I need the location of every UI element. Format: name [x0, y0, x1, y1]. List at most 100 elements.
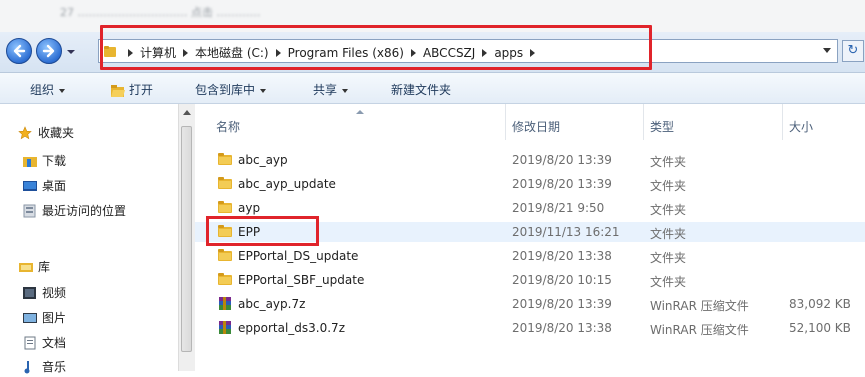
file-name: epportal_ds3.0.7z	[238, 321, 345, 335]
file-type: 文件夹	[650, 179, 687, 193]
sidebar-item-videos[interactable]: 视频	[22, 284, 66, 301]
file-type: WinRAR 压缩文件	[650, 299, 749, 313]
include-in-library-button[interactable]: 包含到库中	[195, 81, 267, 98]
sidebar-item-label: 桌面	[42, 179, 67, 193]
file-type: 文件夹	[650, 203, 687, 217]
file-date-modified: 2019/8/20 13:38	[512, 249, 612, 263]
folder-icon	[217, 176, 233, 190]
file-name: EPPortal_SBF_update	[238, 273, 365, 287]
open-label: 打开	[129, 83, 154, 97]
arrow-right-icon	[42, 44, 55, 58]
sort-ascending-icon	[356, 110, 364, 114]
back-button[interactable]	[6, 38, 32, 64]
sidebar-item-label: 库	[38, 260, 51, 274]
file-date-modified: 2019/8/20 13:39	[512, 297, 612, 311]
sidebar-item-music[interactable]: 音乐	[22, 358, 66, 375]
file-date-modified: 2019/8/20 13:38	[512, 321, 612, 335]
file-row[interactable]: abc_ayp.7z 2019/8/20 13:39 WinRAR 压缩文件 83,0…	[195, 294, 865, 314]
file-row[interactable]: abc_ayp 2019/8/20 13:39 文件夹	[195, 150, 865, 170]
file-date-modified: 2019/8/20 10:15	[512, 273, 612, 287]
command-bar: 组织 打开 包含到库中 共享 新建文件夹	[0, 73, 865, 104]
sidebar-item-label: 文档	[42, 336, 67, 350]
sidebar-item-downloads[interactable]: 下载	[22, 152, 66, 169]
file-row[interactable]: EPPortal_SBF_update 2019/8/20 10:15 文件夹	[195, 270, 865, 290]
file-name: abc_ayp.7z	[238, 297, 306, 311]
new-folder-label: 新建文件夹	[391, 83, 452, 97]
share-label: 共享	[313, 83, 338, 97]
column-header-type[interactable]: 类型	[650, 118, 674, 135]
sidebar-item-label: 视频	[42, 286, 67, 300]
star-icon	[18, 125, 34, 140]
arrow-left-icon	[13, 44, 26, 58]
sidebar-item-pictures[interactable]: 图片	[22, 309, 66, 326]
pictures-icon	[22, 311, 38, 325]
file-name: EPPortal_DS_update	[238, 249, 359, 263]
file-row[interactable]: ayp 2019/8/21 9:50 文件夹	[195, 198, 865, 218]
file-type: 文件夹	[650, 155, 687, 169]
file-size: 83,092 KB	[789, 297, 851, 311]
document-icon	[22, 336, 38, 350]
organize-label: 组织	[30, 83, 55, 97]
open-folder-icon	[111, 84, 125, 97]
scrollbar-thumb[interactable]	[181, 126, 192, 352]
share-button[interactable]: 共享	[313, 81, 349, 98]
file-name: abc_ayp	[238, 153, 288, 167]
file-row[interactable]: abc_ayp_update 2019/8/20 13:39 文件夹	[195, 174, 865, 194]
forward-button[interactable]	[36, 38, 62, 64]
file-type: WinRAR 压缩文件	[650, 323, 749, 337]
video-icon	[22, 286, 38, 300]
chevron-down-icon	[260, 88, 267, 93]
chevron-down-icon	[67, 50, 75, 54]
recent-pages-dropdown[interactable]	[66, 46, 76, 56]
file-name: ayp	[238, 201, 261, 215]
sidebar-item-label: 图片	[42, 311, 67, 325]
library-icon	[18, 260, 34, 274]
column-divider[interactable]	[643, 104, 644, 140]
file-name: abc_ayp_update	[238, 177, 336, 191]
sidebar-item-label: 下载	[42, 154, 67, 168]
column-header-name[interactable]: 名称	[216, 118, 240, 135]
refresh-button[interactable]: ↻	[842, 40, 864, 62]
include-label: 包含到库中	[195, 83, 256, 97]
epp-highlight-box	[206, 216, 319, 246]
music-icon	[22, 360, 38, 374]
sidebar-item-label: 收藏夹	[38, 126, 75, 140]
file-type: 文件夹	[650, 251, 687, 265]
downloads-folder-icon	[22, 154, 38, 168]
file-row[interactable]: epportal_ds3.0.7z 2019/8/20 13:38 WinRAR 压…	[195, 318, 865, 338]
column-header-date-modified[interactable]: 修改日期	[512, 118, 560, 135]
column-header-size[interactable]: 大小	[789, 118, 813, 135]
file-type: 文件夹	[650, 227, 687, 241]
file-type: 文件夹	[650, 275, 687, 289]
chevron-down-icon	[59, 88, 66, 93]
file-date-modified: 2019/8/20 13:39	[512, 177, 612, 191]
file-date-modified: 2019/8/21 9:50	[512, 201, 605, 215]
file-date-modified: 2019/8/20 13:39	[512, 153, 612, 167]
sidebar-item-favorites[interactable]: 收藏夹	[18, 124, 74, 141]
chevron-down-icon	[342, 88, 349, 93]
sidebar-item-documents[interactable]: 文档	[22, 334, 66, 351]
address-highlight-box	[100, 25, 652, 70]
scroll-up-arrow-icon[interactable]	[183, 110, 191, 115]
winrar-archive-icon	[217, 320, 233, 334]
sidebar-item-recent-places[interactable]: 最近访问的位置	[22, 202, 126, 219]
organize-button[interactable]: 组织	[30, 81, 66, 98]
desktop-icon	[22, 179, 38, 193]
new-folder-button[interactable]: 新建文件夹	[391, 81, 451, 98]
blurred-page-text: 27 ………………………… 点击 …………	[60, 6, 261, 19]
column-divider[interactable]	[782, 104, 783, 140]
sidebar-scrollbar[interactable]	[178, 104, 195, 371]
address-history-dropdown-icon[interactable]	[823, 48, 831, 53]
column-divider[interactable]	[505, 104, 506, 140]
file-size: 52,100 KB	[789, 321, 851, 335]
sidebar-item-desktop[interactable]: 桌面	[22, 177, 66, 194]
navigation-pane: 收藏夹 下载 桌面 最近访问的位置 库 视频 图片 文档 音乐	[0, 104, 178, 374]
file-date-modified: 2019/11/13 16:21	[512, 225, 620, 239]
sidebar-item-libraries[interactable]: 库	[18, 258, 50, 275]
sidebar-item-label: 最近访问的位置	[42, 204, 127, 218]
recent-places-icon	[22, 204, 38, 218]
open-button[interactable]: 打开	[110, 81, 153, 98]
winrar-archive-icon	[217, 296, 233, 310]
folder-icon	[217, 200, 233, 214]
file-row[interactable]: EPPortal_DS_update 2019/8/20 13:38 文件夹	[195, 246, 865, 266]
